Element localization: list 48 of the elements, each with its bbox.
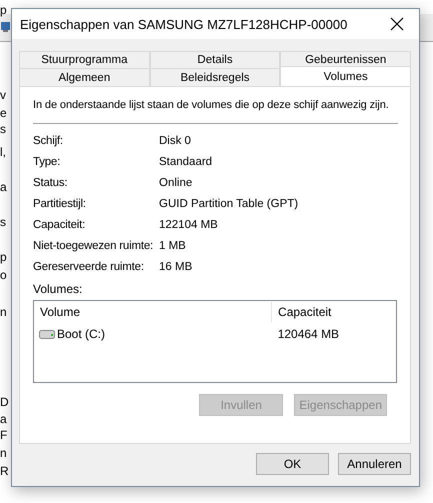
column-header[interactable]: Capaciteit	[271, 302, 396, 322]
volumes-list[interactable]: Volume Capaciteit Boot (C:) 120464 MB	[33, 300, 397, 383]
background-text: s	[0, 215, 6, 229]
drive-icon	[39, 330, 55, 338]
tab[interactable]: Beleidsregels	[150, 68, 280, 86]
background-text: F	[0, 428, 8, 442]
table-cell-text: 120464 MB	[276, 327, 340, 341]
volume-name: Boot (C:)	[57, 327, 106, 341]
computer-icon	[1, 21, 10, 33]
background-text: p	[0, 250, 7, 264]
tab[interactable]: Details	[150, 51, 280, 68]
property-label: Niet-toegewezen ruimte:	[33, 239, 154, 253]
property-label: Partitiestijl:	[33, 197, 87, 211]
background-text: a	[0, 412, 7, 426]
property-label: Status:	[33, 176, 68, 190]
property-value: 1 MB	[159, 239, 187, 253]
volumes-label: Volumes:	[33, 282, 84, 296]
background-text: e	[0, 106, 7, 120]
close-icon	[390, 17, 404, 31]
property-value: Standaard	[159, 155, 214, 169]
column-header[interactable]: Volume	[34, 302, 272, 322]
dialog-button[interactable]: Annuleren	[338, 453, 411, 475]
background-text: D	[0, 395, 9, 409]
property-value: 16 MB	[159, 260, 194, 274]
background-text: R	[0, 464, 9, 478]
background-text: a	[0, 180, 7, 194]
background-text: v	[0, 88, 6, 102]
background-text: s	[0, 122, 6, 136]
dialog-button[interactable]: OK	[256, 453, 329, 475]
background-text: l,	[0, 145, 6, 159]
property-value: Online	[159, 176, 194, 190]
tab[interactable]: Volumes	[280, 66, 412, 86]
property-label: Schijf:	[33, 134, 64, 148]
tab[interactable]: Stuurprogramma	[19, 51, 150, 68]
window-title: Eigenschappen van SAMSUNG MZ7LF128HCHP-00000	[20, 16, 348, 32]
description-text: In de onderstaande lijst staan de volumes die op deze schijf aanwezig zijn.	[33, 99, 390, 111]
background-text: n	[0, 446, 7, 460]
property-label: Capaciteit:	[33, 218, 86, 232]
background-text: p	[0, 3, 7, 17]
tab[interactable]: Algemeen	[19, 68, 150, 86]
property-label: Type:	[33, 155, 62, 169]
property-value: Disk 0	[159, 134, 192, 148]
property-value: GUID Partition Table (GPT)	[159, 197, 300, 211]
background-text: n	[0, 305, 7, 319]
property-label: Gereserveerde ruimte:	[33, 260, 145, 274]
property-value: 122104 MB	[159, 218, 219, 232]
volume-row[interactable]: Boot (C:) 120464 MB	[34, 323, 396, 345]
background-text: o	[0, 268, 7, 282]
